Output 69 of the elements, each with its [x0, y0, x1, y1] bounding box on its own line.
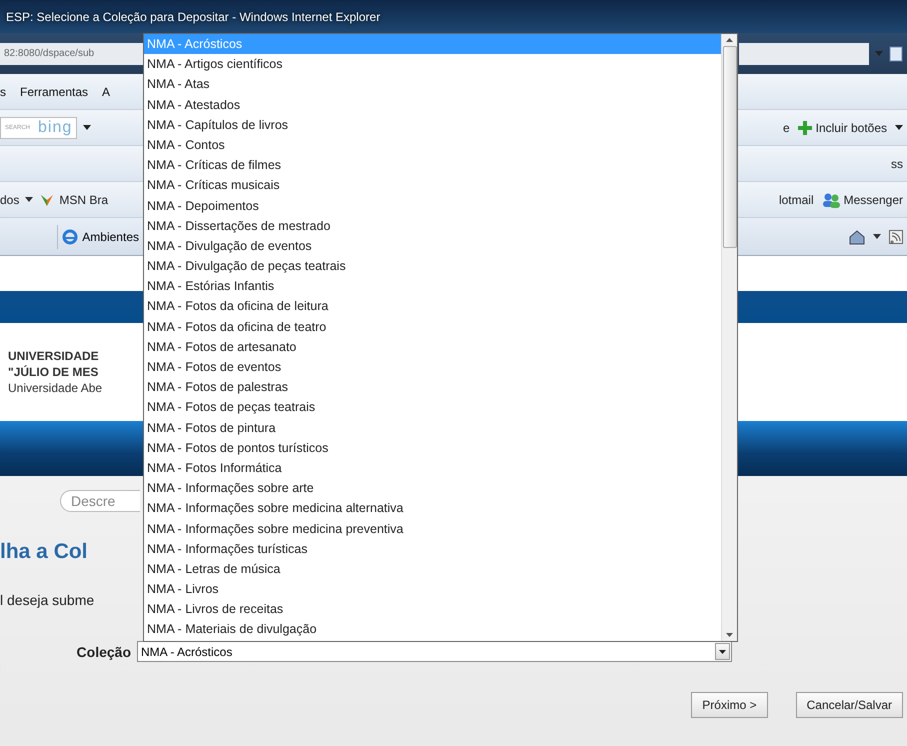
scrollbar[interactable]: [721, 34, 737, 641]
dropdown-option[interactable]: NMA - Livros: [144, 579, 721, 600]
dropdown-option[interactable]: NMA - Artigos científicos: [144, 54, 721, 74]
dropdown-option[interactable]: NMA - Fotos de peças teatrais: [144, 397, 721, 418]
caret-icon: [719, 650, 726, 654]
dropdown-option[interactable]: NMA - Informações sobre arte: [144, 478, 721, 498]
messenger-link[interactable]: Messenger: [822, 192, 903, 208]
toolbar-text: ss: [891, 156, 903, 170]
dropdown-button[interactable]: [715, 643, 730, 660]
dropdown-option[interactable]: NMA - Fotos de palestras: [144, 377, 721, 398]
instruction-text: l deseja subme: [0, 592, 94, 608]
collection-select[interactable]: NMA - Acrósticos: [137, 641, 732, 662]
form-button[interactable]: Próximo >: [691, 692, 768, 718]
toolbar-text: e: [782, 120, 790, 134]
plus-icon: [798, 120, 812, 134]
scrollbar-thumb[interactable]: [722, 46, 736, 248]
caret-icon: [873, 234, 881, 239]
dropdown-option[interactable]: NMA - Divulgação de peças teatrais: [144, 256, 721, 276]
dropdown-option[interactable]: NMA - Capítulos de livros: [144, 114, 721, 135]
window-title: ESP: Selecione a Coleção para Depositar - Windows Internet Explorer: [6, 10, 380, 24]
dropdown-option[interactable]: NMA - Livros de receitas: [144, 599, 721, 620]
menu-item[interactable]: s: [0, 84, 14, 98]
dropdown-option[interactable]: NMA - Materiais de divulgação: [144, 619, 721, 640]
dropdown-option[interactable]: NMA - Dissertações de mestrado: [144, 216, 721, 236]
dropdown-option[interactable]: NMA - Fotos da oficina de teatro: [144, 316, 721, 337]
dropdown-option[interactable]: NMA - Letras de música: [144, 558, 721, 580]
dropdown-option[interactable]: NMA - Fotos de artesanato: [144, 336, 721, 357]
feed-icon: [889, 230, 903, 244]
people-icon: [822, 192, 840, 208]
dropdown-option[interactable]: NMA - Informações turísticas: [144, 538, 721, 559]
dropdown-option[interactable]: NMA - Críticas musicais: [144, 175, 721, 196]
menu-item[interactable]: Ferramentas: [20, 84, 96, 98]
dropdown-option[interactable]: NMA - Fotos Informática: [144, 458, 721, 478]
up-arrow-icon: [726, 38, 733, 42]
form-button[interactable]: Cancelar/Salvar: [796, 692, 903, 718]
favorites-link[interactable]: dos: [0, 192, 20, 206]
dropdown-option[interactable]: NMA - Informações sobre medicina alternativa: [144, 498, 721, 518]
caret-icon: [83, 125, 92, 130]
dropdown-option[interactable]: NMA - Fotos da oficina de leitura: [144, 296, 721, 317]
dropdown-option[interactable]: NMA - Fotos de pintura: [144, 418, 721, 438]
dropdown-option[interactable]: NMA - Divulgação de eventos: [144, 236, 721, 256]
page-icon: [889, 46, 903, 62]
dropdown-option[interactable]: NMA - Depoimentos: [144, 196, 721, 216]
address-field[interactable]: [739, 42, 869, 64]
hotmail-link[interactable]: lotmail: [778, 192, 814, 206]
collection-label: Coleção: [76, 644, 132, 660]
caret-icon: [25, 197, 34, 202]
header-text: UNIVERSIDADE: [8, 349, 99, 363]
header-text: "JÚLIO DE MES: [8, 365, 98, 379]
bing-logo: bing: [38, 118, 72, 136]
caret-icon: [895, 125, 903, 130]
msn-link[interactable]: MSN Bra: [39, 192, 108, 206]
dropdown-option[interactable]: NMA - Atas: [144, 74, 721, 95]
menu-item[interactable]: A: [102, 84, 118, 98]
caret-icon: [875, 51, 883, 56]
home-icon: [849, 228, 865, 244]
down-arrow-icon: [726, 633, 733, 637]
dropdown-option[interactable]: NMA - Fotos de eventos: [144, 357, 721, 378]
dropdown-option[interactable]: NMA - Informações sobre medicina preventiva: [144, 518, 721, 539]
dropdown-option[interactable]: NMA - Críticas de filmes: [144, 155, 721, 176]
add-buttons-button[interactable]: Incluir botões: [798, 120, 887, 134]
address-field[interactable]: 82:8080/dspace/sub: [0, 42, 143, 64]
dropdown-option[interactable]: NMA - Contos: [144, 134, 721, 156]
dropdown-option[interactable]: NMA - Atestados: [144, 94, 721, 115]
search-field[interactable]: Descre: [60, 490, 140, 512]
page-heading: lha a Col: [0, 540, 88, 564]
dropdown-option[interactable]: NMA - Estórias Infantis: [144, 276, 721, 296]
dropdown-option[interactable]: NMA - Fotos de pontos turísticos: [144, 438, 721, 458]
header-text: Universidade Abe: [8, 381, 102, 395]
